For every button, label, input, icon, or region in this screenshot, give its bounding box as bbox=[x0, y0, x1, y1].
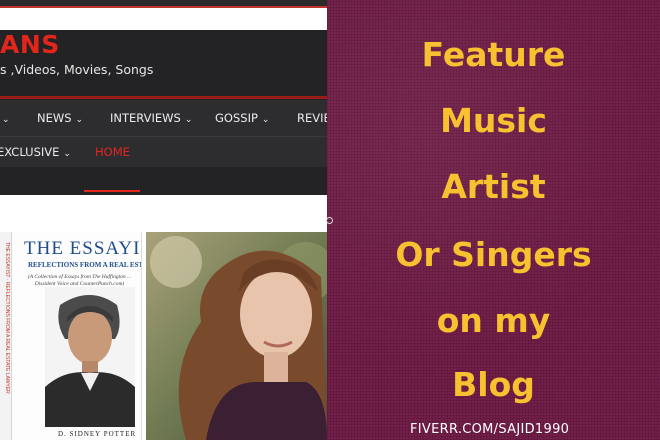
nav-item-exclusive[interactable]: EXCLUSIVE ⌄ bbox=[0, 145, 71, 159]
book-title: THE ESSAYI bbox=[24, 238, 141, 259]
circle-dot-icon bbox=[326, 217, 333, 224]
nav-item-gossip[interactable]: GOSSIP ⌄ bbox=[215, 111, 269, 125]
nav-item-label: GOSSIP bbox=[215, 111, 258, 125]
nav-item-label: NEWS bbox=[37, 111, 72, 125]
ad-line-1: Feature bbox=[421, 35, 566, 74]
book-description: (A Collection of Essays from The Huffing… bbox=[27, 274, 132, 287]
ad-line-2: Music bbox=[440, 101, 547, 140]
nav-item-label: INTERVIEWS bbox=[110, 111, 181, 125]
nav-item-reviews[interactable]: REVIE bbox=[297, 111, 327, 125]
nav-item-label: REVIE bbox=[297, 111, 327, 125]
nav-item-label: EXCLUSIVE bbox=[0, 145, 60, 159]
top-bar bbox=[0, 0, 327, 10]
top-bar-accent bbox=[0, 6, 327, 8]
site-tagline: s ,Videos, Movies, Songs bbox=[0, 62, 154, 77]
chevron-down-icon: ⌄ bbox=[261, 115, 270, 125]
chevron-down-icon: ⌄ bbox=[63, 149, 71, 159]
primary-nav: ⌄ NEWS⌄ INTERVIEWS⌄ GOSSIP⌄ REVIE bbox=[0, 100, 327, 136]
nav-item-home[interactable]: HOME bbox=[95, 145, 130, 159]
nav-divider bbox=[0, 96, 327, 99]
nav-item-news[interactable]: NEWS ⌄ bbox=[37, 111, 83, 125]
ad-line-4: Or Singers bbox=[395, 235, 592, 274]
book-subtitle: REFLECTIONS FROM A REAL ESTATE bbox=[28, 261, 142, 269]
ad-line-5: on my bbox=[436, 301, 551, 340]
book-cover-image[interactable]: THE ESSAYIST · REFLECTIONS FROM A REAL E… bbox=[0, 232, 142, 440]
ad-line-6: Blog bbox=[452, 365, 535, 404]
ad-line-3: Artist bbox=[441, 167, 546, 206]
nav-item-interviews[interactable]: INTERVIEWS ⌄ bbox=[110, 111, 192, 125]
nav-item-cut-off[interactable]: ⌄ bbox=[0, 111, 10, 125]
singer-photo[interactable] bbox=[146, 232, 327, 440]
blog-screenshot-panel: ANS s ,Videos, Movies, Songs ⌄ NEWS ⌄ INT… bbox=[0, 0, 327, 440]
fiverr-footer: FIVERR.COM/SAJID1990 bbox=[410, 422, 570, 437]
book-spine: THE ESSAYIST · REFLECTIONS FROM A REAL E… bbox=[0, 232, 12, 440]
author-portrait bbox=[45, 287, 135, 427]
home-active-indicator bbox=[84, 190, 140, 192]
chevron-down-icon: ⌄ bbox=[75, 115, 84, 125]
secondary-nav: EXCLUSIVE ⌄ HOME bbox=[0, 136, 327, 167]
book-spine-text: THE ESSAYIST · REFLECTIONS FROM A REAL E… bbox=[4, 242, 10, 394]
book-author: D. SIDNEY POTTER bbox=[58, 430, 137, 438]
chevron-down-icon: ⌄ bbox=[2, 115, 10, 125]
site-logo[interactable]: ANS bbox=[0, 30, 60, 59]
chevron-down-icon: ⌄ bbox=[184, 115, 193, 125]
